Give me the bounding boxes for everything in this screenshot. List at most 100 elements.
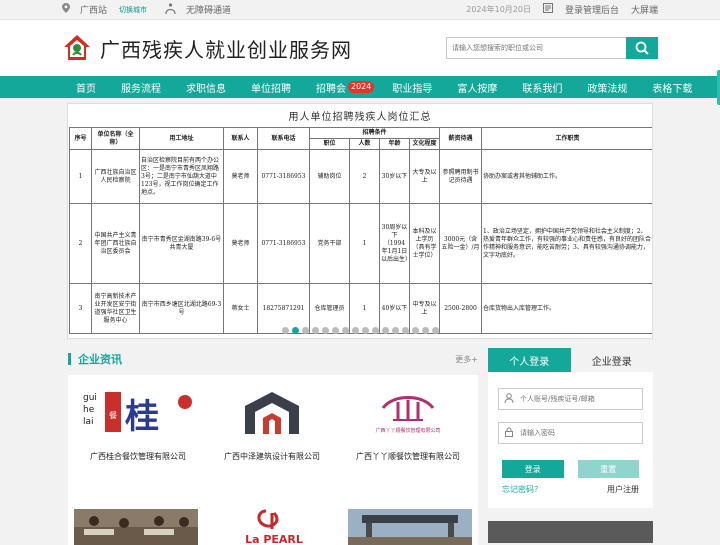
carousel-dot[interactable] (281, 327, 289, 334)
recruitment-table: 序号 单位名称（全称） 用工地址 联系人 联系电话 招聘条件 薪资待遇 工作职责… (69, 127, 652, 334)
cell-unit: 中国共产主义青年团广西壮族自治区委员会 (91, 203, 140, 284)
switch-city-link[interactable]: 切换城市 (119, 5, 147, 15)
nav-massage[interactable]: 富人按摩 (457, 80, 497, 95)
site-header: 广西残疾人就业创业服务网 (0, 20, 720, 76)
company-news-more-link[interactable]: 更多+ (455, 354, 478, 365)
nav-home[interactable]: 首页 (76, 80, 96, 95)
carousel-dot[interactable] (331, 327, 339, 334)
cell-addr: 自治区检察院目前有两个办公区：一是南宁市青秀区凤翔路3号；二是南宁市仙葫大道中1… (139, 149, 224, 204)
top-bar: 广西站 切换城市 无障碍通道 2024年10月20日 登录管理后台 大屏端 (0, 0, 720, 20)
table-row: 3 南宁高新技术产业开发区安宁街道强华社区卫生服务中心 南宁市西乡塘区北湖北路6… (69, 283, 652, 334)
table-row: 2 中国共产主义青年团广西壮族自治区委员会 南宁市青秀区金湖南路39-6号共青大… (69, 203, 652, 284)
company-news-title: 企业资讯 (78, 353, 122, 366)
big-screen-link[interactable]: 大屏端 (631, 3, 658, 16)
carousel-dot[interactable] (301, 327, 309, 334)
cell-salary: 2500-2800 (439, 283, 483, 334)
login-button[interactable]: 登录 (502, 460, 564, 478)
carousel-dot[interactable] (381, 327, 389, 334)
col-salary: 薪资待遇 (439, 127, 483, 150)
carousel-dot[interactable] (351, 327, 359, 334)
company-name: 广西中泽建筑设计有限公司 (224, 452, 320, 461)
company-card[interactable]: 广西丫丫顺餐饮管理有限公司 广西丫丫顺餐饮管理有限公司 (344, 375, 472, 462)
col-age: 年龄 (379, 138, 410, 150)
search-icon (635, 41, 649, 55)
carousel-dot[interactable] (431, 327, 439, 334)
nav-policies[interactable]: 政策法规 (587, 80, 627, 95)
col-no: 序号 (69, 127, 92, 150)
company-name: 广西丫丫顺餐饮管理有限公司 (356, 452, 460, 461)
carousel-dot[interactable] (391, 327, 399, 334)
cell-age: 40岁以下 (379, 283, 410, 334)
login-links: 忘记密码？ 用户注册 (502, 484, 639, 495)
cell-duty: 仓库货物出入库管理工作。 (481, 283, 652, 334)
cell-no: 3 (69, 283, 92, 334)
cell-duty: 协助办案或者其他辅助工作。 (481, 149, 652, 204)
col-edu: 文化程度 (408, 138, 441, 150)
site-logo-icon[interactable] (62, 33, 92, 63)
col-num: 人数 (349, 138, 380, 150)
company-card[interactable]: 广西中泽建筑设计有限公司 (208, 375, 336, 462)
col-conditions: 招聘条件 (308, 127, 441, 139)
admin-icon (542, 3, 553, 16)
nav-service-process[interactable]: 服务流程 (121, 80, 161, 95)
reset-button[interactable]: 重置 (577, 460, 639, 478)
nav-downloads[interactable]: 表格下载 (652, 80, 692, 95)
register-link[interactable]: 用户注册 (607, 484, 639, 495)
yayashun-logo: 广西丫丫顺餐饮管理有限公司 (344, 375, 472, 451)
cell-age: 30周岁以下（1994年1月1日以后出生） (379, 203, 410, 284)
company-card[interactable]: gui he lai 餐 桂 广西桂合餐饮管理有限公司 (74, 375, 202, 462)
carousel-dot[interactable] (311, 327, 319, 334)
carousel-dot[interactable] (371, 327, 379, 334)
carousel-dot[interactable] (361, 327, 369, 334)
accessible-channel-link[interactable]: 无障碍通道 (186, 3, 231, 16)
password-input[interactable] (520, 429, 630, 437)
tab-personal-login[interactable]: 个人登录 (488, 348, 571, 372)
carousel-dot[interactable] (401, 327, 409, 334)
cell-phone: 0771-3186953 (257, 203, 310, 284)
nav-job-fair[interactable]: 招聘会 2024 (316, 80, 375, 95)
svg-text:he: he (83, 405, 95, 415)
account-field[interactable] (498, 388, 643, 410)
cell-addr: 南宁市青秀区金湖南路39-6号共青大厦 (139, 203, 224, 284)
svg-text:lai: lai (83, 417, 94, 427)
carousel-dot[interactable] (291, 327, 299, 334)
carousel-dot[interactable] (421, 327, 429, 334)
cell-no: 1 (69, 149, 92, 204)
yayashun-logo-text: 广西丫丫顺餐饮管理有限公司 (375, 427, 440, 434)
lapearl-logo-text: La PEARL (245, 533, 303, 545)
nav-contact[interactable]: 联系我们 (522, 80, 562, 95)
cell-post: 辅助岗位 (309, 149, 350, 204)
banner-title: 用人单位招聘残疾人岗位汇总 (288, 112, 432, 123)
site-name: 广西残疾人就业创业服务网 (100, 37, 352, 62)
table-row: 1 广西壮族自治区人民检察院 自治区检察院目前有两个办公区：一是南宁市青秀区凤翔… (69, 149, 652, 204)
cell-num: 1 (349, 203, 380, 284)
admin-login-link[interactable]: 登录管理后台 (565, 3, 619, 16)
password-field[interactable] (498, 422, 643, 444)
cell-addr: 南宁市西乡塘区北湖北路69-3号 (139, 283, 224, 334)
cell-post: 党务干部 (309, 203, 350, 284)
search-button[interactable] (626, 37, 658, 59)
nav-job-info[interactable]: 求职信息 (186, 80, 226, 95)
zhongze-logo (208, 375, 336, 451)
cell-num: 2 (349, 149, 380, 204)
nav-company-recruit[interactable]: 单位招聘 (251, 80, 291, 95)
search-input[interactable] (446, 37, 626, 59)
carousel-dot[interactable] (341, 327, 349, 334)
svg-text:gui: gui (83, 393, 97, 403)
company-news-section: 企业资讯 更多+ gui he lai 餐 桂 广西桂合餐饮管理有限公司 广西中… (68, 348, 478, 545)
cell-unit: 广西壮族自治区人民检察院 (91, 149, 140, 204)
nav-career-guidance[interactable]: 职业指导 (392, 80, 432, 95)
col-phone: 联系电话 (257, 127, 310, 150)
tab-company-login[interactable]: 企业登录 (570, 348, 653, 372)
forgot-password-link[interactable]: 忘记密码？ (502, 484, 542, 495)
account-input[interactable] (520, 395, 630, 403)
carousel-dot[interactable] (321, 327, 329, 334)
recruitment-banner[interactable]: 用人单位招聘残疾人岗位汇总 序号 单位名称（全称） 用工地址 联系人 联系电话 … (67, 103, 653, 339)
col-unit: 单位名称（全称） (91, 127, 140, 150)
current-city: 广西站 (80, 6, 108, 16)
svg-text:餐: 餐 (109, 411, 117, 420)
carousel-dot[interactable] (411, 327, 419, 334)
cell-duty: 1、政治立场坚定，拥护中国共产党领导和社会主义制度；2、热爱青年群众工作，有较强… (481, 203, 652, 284)
company-grid: gui he lai 餐 桂 广西桂合餐饮管理有限公司 广西中泽建筑设计有限公司 (68, 375, 478, 545)
svg-text:桂: 桂 (125, 397, 159, 437)
